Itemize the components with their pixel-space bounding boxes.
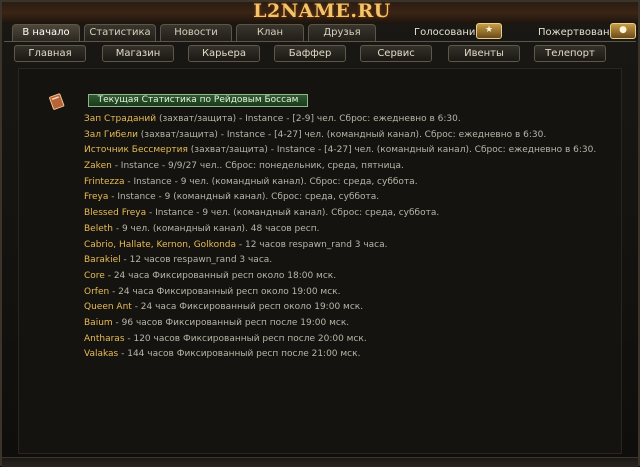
tab-home[interactable]: В начало — [12, 24, 80, 41]
boss-name[interactable]: Cabrio, Hallate, Kernon, Golkonda — [84, 240, 236, 250]
boss-name[interactable]: Источник Бессмертия — [84, 145, 188, 155]
boss-name[interactable]: Barakiel — [84, 255, 121, 265]
boss-name[interactable]: Queen Ant — [84, 302, 132, 312]
vote-label[interactable]: Голосование — [414, 25, 482, 41]
main-window: L2NAME.RU В начало Статистика Новости Кл… — [0, 0, 640, 467]
boss-details: - 12 часов respawn_rand 3 часа. — [120, 255, 273, 266]
boss-name[interactable]: Beleth — [84, 224, 113, 234]
list-item: Blessed Freya - Instance - 9 чел. (коман… — [84, 206, 624, 222]
tab-friends[interactable]: Друзья — [308, 24, 376, 41]
subnav-teleport-button[interactable]: Телепорт — [534, 45, 606, 62]
tab-statistics[interactable]: Статистика — [84, 24, 156, 41]
boss-name[interactable]: Зал Гибели — [84, 130, 138, 140]
boss-name[interactable]: Core — [84, 271, 105, 281]
boss-details: - Instance - 9 чел. (командный канал). С… — [146, 208, 440, 219]
boss-details: - 9 чел. (командный канал). 48 часов рес… — [112, 223, 320, 234]
boss-name[interactable]: Antharas — [84, 334, 125, 344]
boss-name[interactable]: Зап Страданий — [84, 114, 156, 124]
list-item: Frintezza - Instance - 9 чел. (командный… — [84, 175, 624, 191]
list-item: Источник Бессмертия (захват/защита) - In… — [84, 143, 624, 159]
tab-clan[interactable]: Клан — [236, 24, 304, 41]
list-item: Core - 24 часа Фиксированный респ около … — [84, 269, 624, 285]
boss-details: - 24 часа Фиксированный респ около 18:00… — [104, 270, 337, 281]
raid-boss-list: Зап Страданий (захват/защита) - Instance… — [84, 112, 624, 363]
subnav-events-button[interactable]: Ивенты — [448, 45, 520, 62]
boss-details: - 120 часов Фиксированный респ после 20:… — [124, 333, 367, 344]
tab-news[interactable]: Новости — [160, 24, 232, 41]
vote-badge-icon[interactable]: ★ — [476, 23, 502, 39]
subnav-main-button[interactable]: Главная — [14, 45, 86, 62]
coins-icon[interactable]: ● — [610, 23, 636, 39]
list-item: Antharas - 120 часов Фиксированный респ … — [84, 332, 624, 348]
boss-name[interactable]: Frintezza — [84, 177, 124, 187]
boss-name[interactable]: Zaken — [84, 161, 112, 171]
list-item: Зап Страданий (захват/защита) - Instance… — [84, 112, 624, 128]
boss-details: (захват/защита) - Instance - [4-27] чел.… — [137, 129, 547, 140]
list-item: Freya - Instance - 9 (командный канал). … — [84, 190, 624, 206]
boss-details: - Instance - 9 чел. (командный канал). С… — [124, 176, 418, 187]
boss-details: - 24 часа Фиксированный респ около 19:00… — [131, 302, 364, 313]
list-item: Baium - 96 часов Фиксированный респ посл… — [84, 316, 624, 332]
boss-details: - 12 часов respawn_rand 3 часа. — [236, 239, 388, 250]
boss-name[interactable]: Freya — [84, 192, 108, 202]
boss-details: - Instance - 9 (командный канал). Сброс:… — [108, 192, 380, 203]
subnav-buffer-button[interactable]: Баффер — [274, 45, 346, 62]
list-item: Beleth - 9 чел. (командный канал). 48 ча… — [84, 222, 624, 238]
subnav-shop-button[interactable]: Магазин — [102, 45, 174, 62]
boss-name[interactable]: Baium — [84, 318, 113, 328]
boss-details: - 96 часов Фиксированный респ после 19:0… — [112, 317, 350, 328]
list-item: Зал Гибели (захват/защита) - Instance - … — [84, 128, 624, 144]
tab-divider — [4, 41, 636, 42]
boss-details: - 144 часов Фиксированный респ после 21:… — [118, 349, 361, 360]
boss-details: (захват/защита) - Instance - [2-9] чел. … — [156, 114, 461, 124]
site-logo: L2NAME.RU — [253, 0, 391, 22]
book-icon — [49, 93, 65, 110]
boss-details: - Instance - 9/9/27 чел.. Сброс: понедел… — [111, 161, 404, 172]
section-header: Текущая Статистика по Рейдовым Боссам — [88, 94, 308, 107]
list-item: Valakas - 144 часов Фиксированный респ п… — [84, 347, 624, 363]
list-item: Zaken - Instance - 9/9/27 чел.. Сброс: п… — [84, 159, 624, 175]
boss-name[interactable]: Valakas — [84, 349, 118, 359]
list-item: Orfen - 24 часа Фиксированный респ около… — [84, 285, 624, 301]
list-item: Barakiel - 12 часов respawn_rand 3 часа. — [84, 253, 624, 269]
boss-details: (захват/защита) - Instance - [4-27] чел.… — [187, 145, 597, 156]
sub-navigation: Главная Магазин Карьера Баффер Сервис Ив… — [2, 45, 640, 63]
boss-name[interactable]: Orfen — [84, 287, 109, 297]
list-item: Cabrio, Hallate, Kernon, Golkonda - 12 ч… — [84, 238, 624, 254]
subnav-service-button[interactable]: Сервис — [360, 45, 432, 62]
list-item: Queen Ant - 24 часа Фиксированный респ о… — [84, 300, 624, 316]
boss-details: - 24 часа Фиксированный респ около 19:00… — [109, 286, 341, 297]
subnav-career-button[interactable]: Карьера — [188, 45, 260, 62]
boss-name[interactable]: Blessed Freya — [84, 208, 146, 218]
